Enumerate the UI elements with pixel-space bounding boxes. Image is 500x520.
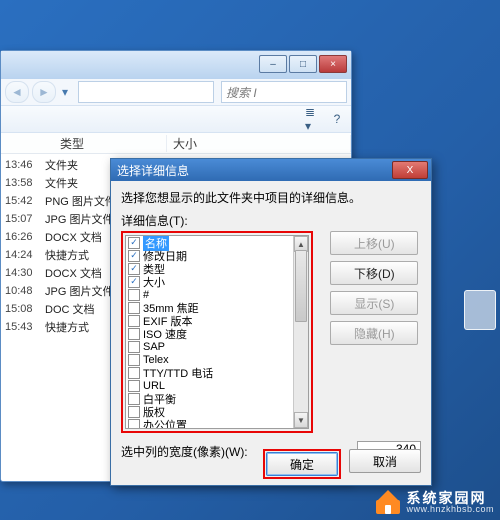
close-button[interactable]: ×	[319, 55, 347, 73]
desktop: – □ × ◄ ► ▾ 搜索 I ≣ ▾ ? 类型 大小 13:46文件夹 13…	[0, 0, 500, 520]
scroll-track[interactable]	[294, 250, 308, 414]
choose-details-dialog: 选择详细信息 X 选择您想显示的此文件夹中项目的详细信息。 详细信息(T): ✓…	[110, 158, 432, 486]
minimize-button[interactable]: –	[259, 55, 287, 73]
detail-item[interactable]: ✓大小	[126, 275, 294, 288]
column-type[interactable]: 类型	[54, 135, 167, 152]
watermark: 系统家园网 www.hnzkhbsb.com	[376, 491, 494, 514]
explorer-nav: ◄ ► ▾ 搜索 I	[1, 79, 351, 106]
move-up-button[interactable]: 上移(U)	[330, 231, 418, 255]
show-button[interactable]: 显示(S)	[330, 291, 418, 315]
checkbox[interactable]	[128, 354, 140, 366]
detail-item-label: ISO 速度	[143, 326, 187, 342]
detail-item[interactable]: ISO 速度	[126, 327, 294, 340]
detail-item-label: SAP	[143, 341, 165, 353]
checkbox[interactable]	[128, 289, 140, 301]
highlight-annotation: 确定	[263, 449, 341, 479]
checkbox[interactable]: ✓	[128, 276, 140, 288]
detail-item[interactable]: SAP	[126, 340, 294, 353]
checkbox[interactable]	[128, 393, 140, 405]
file-time: 13:46	[1, 159, 45, 171]
nav-forward-button[interactable]: ►	[32, 81, 56, 103]
nav-back-button[interactable]: ◄	[5, 81, 29, 103]
dialog-body: 选择您想显示的此文件夹中项目的详细信息。 详细信息(T): ✓名称✓修改日期✓类…	[111, 181, 431, 471]
file-time: 15:42	[1, 195, 45, 207]
file-time: 10:48	[1, 285, 45, 297]
scroll-down-button[interactable]: ▼	[294, 412, 308, 428]
details-list-label: 详细信息(T):	[121, 212, 421, 229]
detail-item[interactable]: TTY/TTD 电话	[126, 366, 294, 379]
nav-history-dropdown[interactable]: ▾	[59, 82, 71, 102]
hide-button[interactable]: 隐藏(H)	[330, 321, 418, 345]
cancel-button[interactable]: 取消	[349, 449, 421, 473]
column-size[interactable]: 大小	[167, 135, 351, 152]
checkbox[interactable]: ✓	[128, 250, 140, 262]
checkbox[interactable]	[128, 328, 140, 340]
maximize-button[interactable]: □	[289, 55, 317, 73]
dialog-close-button[interactable]: X	[392, 161, 428, 179]
move-down-button[interactable]: 下移(D)	[330, 261, 418, 285]
details-listbox[interactable]: ✓名称✓修改日期✓类型✓大小#35mm 焦距EXIF 版本ISO 速度SAPTe…	[125, 235, 309, 429]
highlight-annotation: ✓名称✓修改日期✓类型✓大小#35mm 焦距EXIF 版本ISO 速度SAPTe…	[121, 231, 313, 433]
watermark-url: www.hnzkhbsb.com	[406, 505, 494, 514]
file-time: 15:07	[1, 213, 45, 225]
reorder-buttons: 上移(U) 下移(D) 显示(S) 隐藏(H)	[330, 231, 416, 351]
checkbox[interactable]	[128, 406, 140, 418]
house-icon	[376, 492, 400, 514]
dialog-instruction: 选择您想显示的此文件夹中项目的详细信息。	[121, 189, 421, 206]
checkbox[interactable]	[128, 302, 140, 314]
file-time: 15:43	[1, 321, 45, 333]
explorer-toolbar: ≣ ▾ ?	[1, 106, 351, 133]
address-bar[interactable]	[78, 81, 214, 103]
checkbox[interactable]	[128, 315, 140, 327]
file-time: 14:30	[1, 267, 45, 279]
ok-button[interactable]: 确定	[266, 452, 338, 476]
checkbox[interactable]	[128, 341, 140, 353]
file-time: 16:26	[1, 231, 45, 243]
file-time: 15:08	[1, 303, 45, 315]
checkbox[interactable]	[128, 380, 140, 392]
detail-item-label: 大小	[143, 274, 165, 290]
scroll-thumb[interactable]	[295, 250, 307, 322]
column-headers[interactable]: 类型 大小	[1, 133, 351, 154]
dialog-title-text: 选择详细信息	[117, 162, 189, 179]
checkbox[interactable]: ✓	[128, 237, 140, 249]
detail-item[interactable]: 办公位置	[126, 418, 294, 428]
file-time: 14:24	[1, 249, 45, 261]
desktop-gadget[interactable]	[464, 290, 496, 330]
detail-item-label: TTY/TTD 电话	[143, 365, 213, 381]
search-input[interactable]: 搜索 I	[221, 81, 347, 103]
watermark-title: 系统家园网	[406, 491, 494, 505]
dialog-footer: 确定 取消	[263, 449, 421, 479]
listbox-scrollbar[interactable]: ▲ ▼	[293, 236, 308, 428]
detail-item-label: 办公位置	[143, 417, 187, 429]
file-time: 13:58	[1, 177, 45, 189]
checkbox[interactable]	[128, 367, 140, 379]
window-buttons: – □ ×	[259, 55, 347, 73]
width-label: 选中列的宽度(像素)(W):	[121, 443, 248, 460]
help-icon[interactable]: ?	[329, 112, 345, 126]
checkbox[interactable]	[128, 419, 140, 429]
dialog-titlebar[interactable]: 选择详细信息 X	[111, 159, 431, 181]
checkbox[interactable]: ✓	[128, 263, 140, 275]
view-mode-icon[interactable]: ≣ ▾	[305, 112, 321, 126]
explorer-titlebar: – □ ×	[1, 51, 351, 79]
